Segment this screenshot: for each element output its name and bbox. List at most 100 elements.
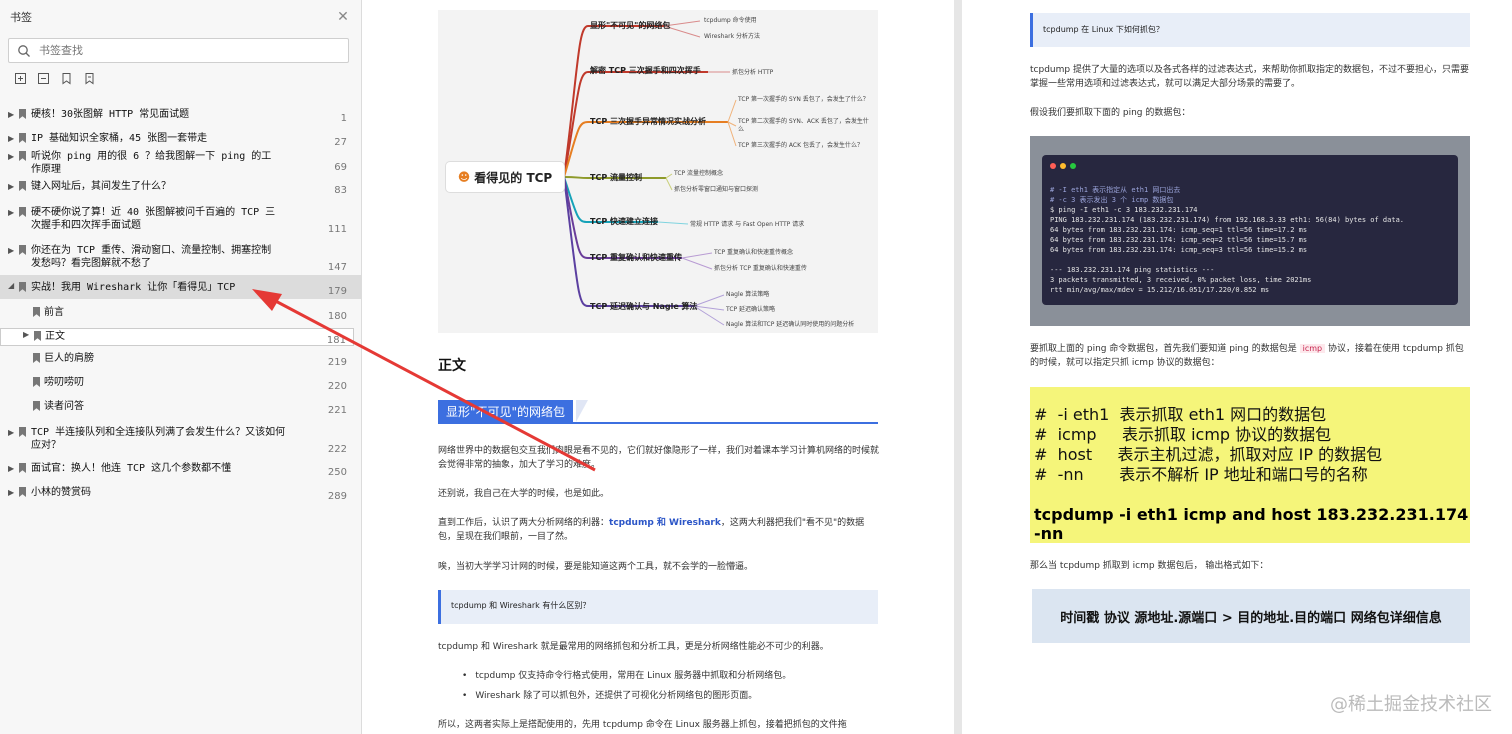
bookmark-icon xyxy=(19,109,26,119)
mindmap-leaf: TCP 第一次握手的 SYN 丢包了，会发生了什么？ xyxy=(738,96,869,103)
minimize-dot-icon xyxy=(1060,163,1066,169)
bookmark-search-input[interactable] xyxy=(39,44,319,57)
mindmap-leaf: TCP 流量控制概念 xyxy=(674,170,724,177)
paragraph: 网络世界中的数据包交互我们肉眼是看不见的，它们就好像隐形了一样，我们对着课本学习… xyxy=(438,446,880,470)
bookmark-item[interactable]: ▶ 键入网址后，其间发生了什么？ 83 xyxy=(0,180,361,196)
bookmark-item[interactable]: ▶ 你还在为 TCP 重传、滑动窗口、流量控制、拥塞控制发愁吗？看完图解就不愁了… xyxy=(0,244,361,274)
highlight-text: tcpdump 和 Wireshark xyxy=(609,518,721,528)
paragraph: 要抓取上面的 ping 命令数据包，首先我们要知道 ping 的数据包是 icm… xyxy=(1030,344,1464,368)
subsection-title-tail xyxy=(576,400,588,422)
collapse-all-icon[interactable] xyxy=(37,72,50,85)
terminal-line: rtt min/avg/max/mdev = 15.212/16.051/17.… xyxy=(1050,286,1270,294)
bookmark-label: 读者问答 xyxy=(44,401,84,412)
page-gap xyxy=(954,0,962,734)
bookmark-label: TCP 半连接队列和全连接队列满了会发生什么？又该如何应对？ xyxy=(31,427,286,451)
list-item: tcpdump 仅支持命令行格式使用，常用在 Linux 服务器中抓取和分析网络… xyxy=(462,666,791,686)
bookmark-item-selected[interactable]: ◢ 实战！我用 Wireshark 让你「看得见」TCP 179 xyxy=(0,275,361,299)
terminal-line: 3 packets transmitted, 3 received, 0% pa… xyxy=(1050,276,1312,284)
expand-arrow-icon[interactable]: ▶ xyxy=(8,134,14,143)
expand-arrow-icon[interactable]: ▶ xyxy=(8,182,14,191)
list-item: Wireshark 除了可以抓包外，还提供了可视化分析网络包的图形页面。 xyxy=(462,686,791,706)
bookmark-item[interactable]: ▶ IP 基础知识全家桶，45 张图一套带走 27 xyxy=(0,132,361,148)
expand-arrow-icon[interactable]: ▶ xyxy=(8,488,14,497)
mindmap-leaf: TCP 重复确认和快速重传概念 xyxy=(714,249,794,256)
bookmark-subitem[interactable]: 前言 180 xyxy=(0,306,361,322)
bookmark-subitem[interactable]: 读者问答 221 xyxy=(0,400,361,416)
paragraph: 唉，当初大学学习计网的时候，要是能知道这两个工具，就不会学的一脸懵逼。 xyxy=(438,562,754,572)
delete-bookmark-icon[interactable] xyxy=(83,72,96,85)
mindmap-branch: TCP 快速建立连接 xyxy=(590,217,658,226)
inline-code: icmp xyxy=(1299,344,1326,353)
mindmap-leaf: Wireshark 分析方法 xyxy=(704,33,760,40)
bookmark-page: 69 xyxy=(334,162,347,173)
terminal-line: $ ping -I eth1 -c 3 183.232.231.174 xyxy=(1050,206,1198,214)
bookmark-label: 前言 xyxy=(44,307,64,318)
bookmark-toolbar xyxy=(0,63,361,93)
mindmap-branch: TCP 三次握手异常情况实战分析 xyxy=(590,117,706,126)
bookmark-subitem[interactable]: 唠叨唠叨 220 xyxy=(0,376,361,392)
expand-all-icon[interactable] xyxy=(14,72,27,85)
mindmap-leaf: TCP 第三次握手的 ACK 包丢了，会发生什么？ xyxy=(738,142,863,149)
bookmark-page: 221 xyxy=(327,405,347,416)
tcpdump-command: tcpdump -i eth1 icmp and host 183.232.23… xyxy=(1034,505,1469,543)
bookmark-page: 147 xyxy=(327,262,347,273)
mindmap-leaf: TCP 延迟确认策略 xyxy=(726,306,776,313)
close-icon[interactable]: ✕ xyxy=(335,9,351,25)
bookmark-page: 111 xyxy=(327,224,347,235)
smile-icon: ☻ xyxy=(457,170,471,184)
bookmark-item[interactable]: ▶ TCP 半连接队列和全连接队列满了会发生什么？又该如何应对？ 222 xyxy=(0,426,361,456)
bookmark-label: 小林的赞赏码 xyxy=(31,487,91,498)
blockquote: tcpdump 和 Wireshark 有什么区别？ xyxy=(438,590,878,624)
pdf-reader-window: 书签 ✕ ▶ 硬核！30张图解 HTTP 常见面试题 1 ▶ xyxy=(0,0,1512,734)
bookmark-icon xyxy=(19,245,26,255)
expand-arrow-icon[interactable]: ▶ xyxy=(8,110,14,119)
expand-arrow-icon[interactable]: ▶ xyxy=(8,246,14,255)
terminal-screenshot: # -I eth1 表示指定从 eth1 网口出去 # -c 3 表示发出 3 … xyxy=(1030,136,1470,326)
add-bookmark-icon[interactable] xyxy=(60,72,73,85)
bookmark-icon xyxy=(19,151,26,161)
mindmap-image: ☻ 看得见的 TCP 显形"不可见"的网络包 tcpdump 命令使用 Wires… xyxy=(438,10,878,333)
bookmark-label: 键入网址后，其间发生了什么？ xyxy=(31,181,171,192)
bookmark-icon xyxy=(33,377,40,387)
bookmark-label: 实战！我用 Wireshark 让你「看得见」TCP xyxy=(31,282,236,293)
expand-arrow-icon[interactable]: ▶ xyxy=(8,152,14,161)
bookmark-icon xyxy=(19,207,26,217)
bookmark-page: 289 xyxy=(327,491,347,502)
mindmap-leaf: 抓包分析 TCP 重复确认和快速重传 xyxy=(714,265,807,272)
expand-arrow-icon[interactable]: ▶ xyxy=(8,464,14,473)
bookmark-label: IP 基础知识全家桶，45 张图一套带走 xyxy=(31,133,208,144)
bookmark-item[interactable]: ▶ 硬核！30张图解 HTTP 常见面试题 1 xyxy=(0,108,361,124)
bookmark-label: 听说你 ping 用的很 6 ？给我图解一下 ping 的工作原理 xyxy=(31,151,272,175)
subsection-title: 显形"不可见"的网络包 xyxy=(438,400,574,422)
bookmark-search-box[interactable] xyxy=(8,38,349,63)
mindmap-leaf: tcpdump 命令使用 xyxy=(704,17,757,24)
bookmark-page: 220 xyxy=(327,381,347,392)
terminal-line: PING 183.232.231.174 (183.232.231.174) f… xyxy=(1050,216,1405,224)
bookmark-page: 222 xyxy=(327,444,347,455)
paragraph: 假设我们要抓取下面的 ping 的数据包： xyxy=(1030,108,1191,118)
bookmark-icon xyxy=(19,282,26,292)
bookmark-item[interactable]: ▶ 听说你 ping 用的很 6 ？给我图解一下 ping 的工作原理 69 xyxy=(0,150,361,180)
collapse-arrow-icon[interactable]: ◢ xyxy=(8,281,14,290)
output-format-image: 时间戳 协议 源地址.源端口 > 目的地址.目的端口 网络包详细信息 xyxy=(1032,589,1470,643)
bookmark-page: 180 xyxy=(327,311,347,322)
bookmark-item[interactable]: ▶ 硬不硬你说了算！近 40 张图解被问千百遍的 TCP 三次握手和四次挥手面试… xyxy=(0,206,361,236)
terminal-line: 64 bytes from 183.232.231.174: icmp_seq=… xyxy=(1050,236,1308,244)
bookmark-item[interactable]: ▶ 面试官：换人！他连 TCP 这几个参数都不懂 250 xyxy=(0,462,361,478)
search-icon xyxy=(18,44,30,57)
bookmark-subitem[interactable]: 巨人的肩膀 219 xyxy=(0,352,361,368)
expand-arrow-icon[interactable]: ▶ xyxy=(23,330,29,339)
mindmap-leaf: 抓包分析 HTTP xyxy=(732,69,774,76)
expand-arrow-icon[interactable]: ▶ xyxy=(8,208,14,217)
bookmark-page: 181 xyxy=(326,335,346,346)
bookmark-icon xyxy=(19,487,26,497)
mindmap-branch: TCP 流量控制 xyxy=(590,173,642,182)
mindmap-leaf: Nagle 算法和TCP 延迟确认同时使用的问题分析 xyxy=(726,321,855,328)
bookmark-item[interactable]: ▶ 小林的赞赏码 289 xyxy=(0,486,361,506)
bookmark-page: 83 xyxy=(334,185,347,196)
document-page-left: ☻ 看得见的 TCP 显形"不可见"的网络包 tcpdump 命令使用 Wires… xyxy=(362,0,954,734)
bookmark-icon xyxy=(33,353,40,363)
expand-arrow-icon[interactable]: ▶ xyxy=(8,428,14,437)
bullet-list: tcpdump 仅支持命令行格式使用，常用在 Linux 服务器中抓取和分析网络… xyxy=(462,666,791,706)
bookmark-subitem[interactable]: ▶ 正文 181 xyxy=(0,328,354,346)
